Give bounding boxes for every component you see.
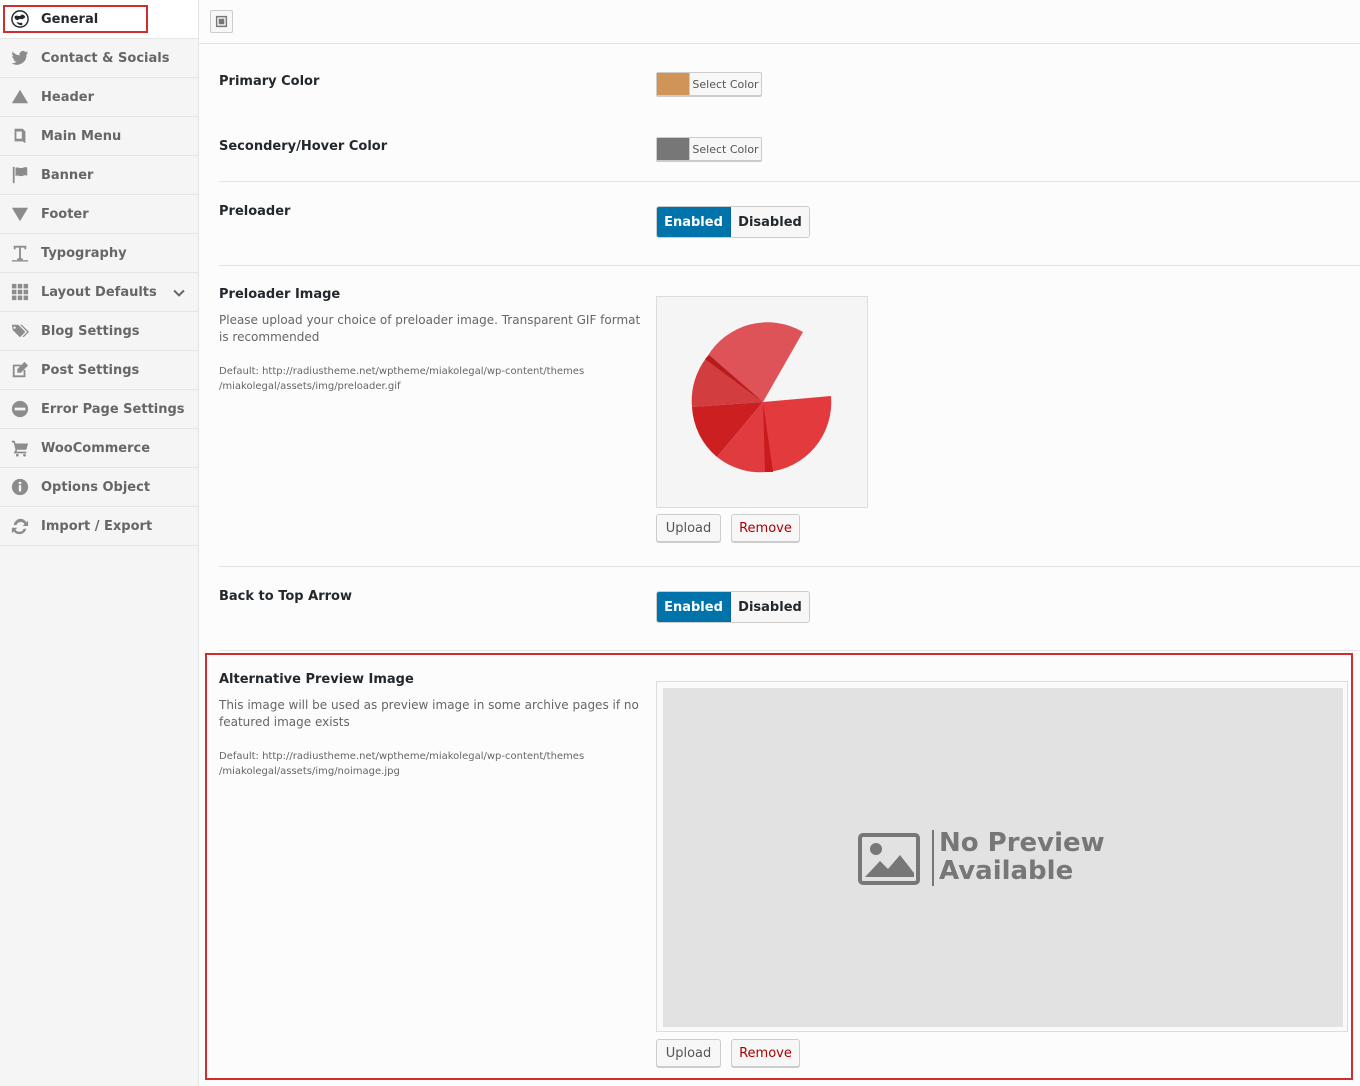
sidebar-item-label: Header (41, 89, 95, 105)
sidebar-item-label: Blog Settings (41, 323, 140, 339)
preloader-image-default-path: Default: http://radiustheme.net/wptheme/… (219, 364, 649, 394)
sidebar-item-label: WooCommerce (41, 440, 151, 456)
secondary-color-title: Secondery/Hover Color (219, 139, 388, 154)
sidebar-item-woocommerce[interactable]: WooCommerce (0, 429, 198, 468)
preloader-image-title: Preloader Image (219, 287, 341, 302)
sidebar-item-options-object[interactable]: Options Object (0, 468, 198, 507)
sidebar-item-label: Banner (41, 167, 94, 183)
book-icon (10, 126, 30, 146)
primary-color-title: Primary Color (219, 74, 320, 89)
back-to-top-title: Back to Top Arrow (219, 589, 352, 604)
sidebar-item-error-page-settings[interactable]: Error Page Settings (0, 390, 198, 429)
globe-icon (10, 9, 30, 29)
preloader-enabled-button[interactable]: Enabled (657, 207, 731, 237)
preloader-image-description: Please upload your choice of preloader i… (219, 313, 641, 344)
grid-icon (10, 282, 30, 302)
secondary-color-swatch (657, 138, 689, 160)
default-path-line: /miakolegal/assets/img/noimage.jpg (219, 766, 400, 777)
select-color-label: Select Color (689, 138, 761, 160)
sidebar-item-general[interactable]: General (0, 0, 198, 39)
twitter-icon (10, 48, 30, 68)
text-icon (10, 243, 30, 263)
expand-icon (215, 15, 228, 28)
info-icon (10, 477, 30, 497)
no-preview-line: No Preview (939, 828, 1105, 858)
preloader-upload-button[interactable]: Upload (656, 514, 721, 542)
alt-preview-description: This image will be used as preview image… (219, 698, 639, 729)
sidebar-item-header[interactable]: Header (0, 78, 198, 117)
sidebar-item-layout-defaults[interactable]: Layout Defaults (0, 273, 198, 312)
tags-icon (10, 321, 30, 341)
cart-icon (10, 438, 30, 458)
sidebar: General Contact & Socials Header Main Me… (0, 0, 199, 1086)
default-path-line: Default: http://radiustheme.net/wptheme/… (219, 751, 585, 762)
sidebar-item-label: Contact & Socials (41, 50, 170, 66)
no-preview-text: No Preview Available (939, 829, 1105, 885)
minus-circle-icon (10, 399, 30, 419)
triangle-down-icon (10, 204, 30, 224)
preloader-toggle: Enabled Disabled (656, 206, 810, 238)
expand-toggle-button[interactable] (210, 10, 233, 33)
sidebar-item-label: Post Settings (41, 362, 140, 378)
sidebar-item-import-export[interactable]: Import / Export (0, 507, 198, 546)
sidebar-item-label: Options Object (41, 479, 151, 495)
sidebar-item-footer[interactable]: Footer (0, 195, 198, 234)
divider (219, 650, 1360, 651)
sidebar-item-post-settings[interactable]: Post Settings (0, 351, 198, 390)
alt-preview-title: Alternative Preview Image (219, 672, 414, 687)
image-icon (858, 833, 920, 885)
triangle-up-icon (10, 87, 30, 107)
flag-icon (10, 165, 30, 185)
sidebar-item-label: Main Menu (41, 128, 122, 144)
refresh-icon (10, 516, 30, 536)
divider (219, 566, 1360, 567)
primary-color-swatch (657, 73, 689, 95)
back-to-top-enabled-button[interactable]: Enabled (657, 592, 731, 622)
primary-color-picker[interactable]: Select Color (656, 72, 762, 96)
default-path-line: /miakolegal/assets/img/preloader.gif (219, 381, 401, 392)
select-color-label: Select Color (689, 73, 761, 95)
preloader-title: Preloader (219, 204, 291, 219)
sidebar-item-main-menu[interactable]: Main Menu (0, 117, 198, 156)
sidebar-item-typography[interactable]: Typography (0, 234, 198, 273)
sidebar-item-banner[interactable]: Banner (0, 156, 198, 195)
sidebar-item-contact-socials[interactable]: Contact & Socials (0, 39, 198, 78)
no-preview-line: Available (939, 856, 1074, 886)
sidebar-item-label: Error Page Settings (41, 401, 185, 417)
sidebar-item-label: General (41, 11, 99, 27)
preloader-spinner-image (691, 322, 832, 473)
settings-panel: Primary Color Select Color Secondery/Hov… (199, 0, 1360, 1086)
preloader-remove-button[interactable]: Remove (731, 514, 800, 542)
sidebar-item-blog-settings[interactable]: Blog Settings (0, 312, 198, 351)
back-to-top-disabled-button[interactable]: Disabled (731, 592, 809, 622)
alt-preview-image-box: No Preview Available (656, 681, 1348, 1032)
panel-toolbar (199, 0, 1360, 44)
sidebar-item-label: Import / Export (41, 518, 153, 534)
back-to-top-toggle: Enabled Disabled (656, 591, 810, 623)
preloader-image-preview (656, 296, 868, 508)
divider (219, 265, 1360, 266)
secondary-color-picker[interactable]: Select Color (656, 137, 762, 161)
divider (219, 181, 1360, 182)
no-preview-placeholder: No Preview Available (663, 688, 1343, 1027)
edit-icon (10, 360, 30, 380)
alt-preview-remove-button[interactable]: Remove (731, 1039, 800, 1067)
chevron-down-icon[interactable] (172, 286, 186, 300)
sidebar-item-label: Layout Defaults (41, 284, 157, 300)
alt-preview-default-path: Default: http://radiustheme.net/wptheme/… (219, 749, 649, 779)
alt-preview-upload-button[interactable]: Upload (656, 1039, 721, 1067)
sidebar-item-label: Typography (41, 245, 127, 261)
default-path-line: Default: http://radiustheme.net/wptheme/… (219, 366, 585, 377)
sidebar-item-label: Footer (41, 206, 89, 222)
preloader-disabled-button[interactable]: Disabled (731, 207, 809, 237)
placeholder-separator (932, 830, 934, 886)
